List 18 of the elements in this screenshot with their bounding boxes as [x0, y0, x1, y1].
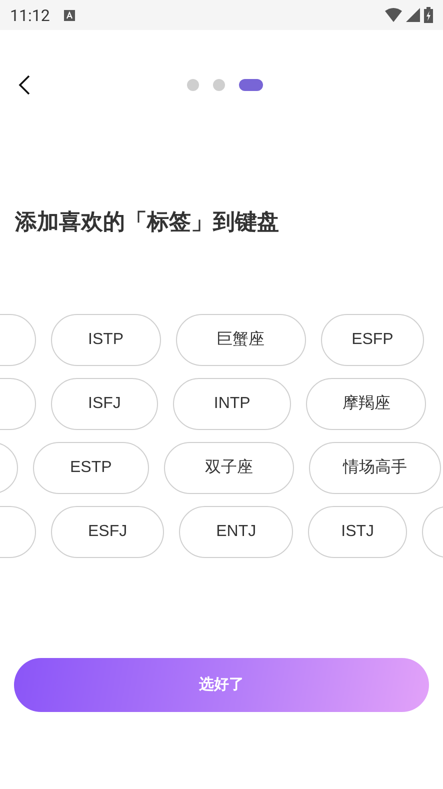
- tag-chip[interactable]: 巨蟹座: [176, 314, 306, 366]
- status-time: 11:12: [10, 6, 50, 24]
- tag-chip[interactable]: ESFJ: [51, 506, 164, 558]
- tag-chip[interactable]: INTP: [172, 378, 292, 430]
- tag-chip[interactable]: ISTP: [51, 314, 161, 366]
- tag-chip[interactable]: 双子座: [164, 442, 294, 494]
- wifi-icon: [385, 8, 402, 22]
- tag-chip[interactable]: 情场高手: [308, 442, 441, 494]
- tag-chip[interactable]: ESFP: [320, 314, 424, 366]
- battery-icon: [424, 7, 433, 23]
- tag-chip[interactable]: 摩羯座: [306, 378, 426, 430]
- signal-icon: [406, 8, 420, 22]
- tag-chip[interactable]: ISTJ: [308, 506, 408, 558]
- tag-chip[interactable]: ENTJ: [179, 506, 294, 558]
- tag-chip[interactable]: ISFJ: [51, 378, 158, 430]
- page-title: 添加喜欢的「标签」到键盘: [15, 208, 279, 236]
- tag-chip[interactable]: ESTP: [33, 442, 149, 494]
- keyboard-icon: [64, 10, 75, 20]
